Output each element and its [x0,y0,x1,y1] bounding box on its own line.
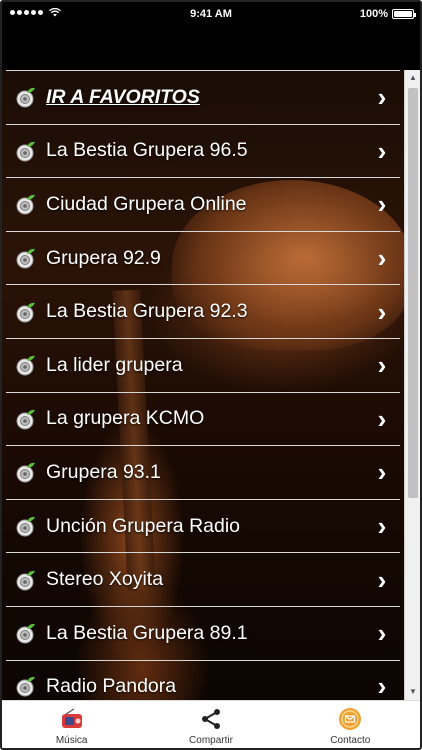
tab-bar: Música Compartir Contacto [2,700,420,748]
contact-icon [337,706,363,732]
station-row[interactable]: La Bestia Grupera 96.5 › [6,123,400,178]
chevron-right-icon: › [377,135,387,166]
chevron-right-icon: › [377,564,387,595]
radio-speaker-icon [14,247,36,269]
battery-tip [414,13,416,17]
station-name: La grupera KCMO [46,407,205,430]
station-row[interactable]: Grupera 93.1 › [6,445,400,499]
station-row[interactable]: Stereo Xoyita › [6,552,400,606]
radio-speaker-icon [14,140,36,162]
station-name: Grupera 93.1 [46,460,161,483]
station-name: Ciudad Grupera Online [46,192,247,215]
station-row[interactable]: La lider grupera › [6,337,400,392]
station-name: La Bestia Grupera 96.5 [46,139,248,162]
chevron-right-icon: › [377,189,387,220]
station-name: Radio Pandora [46,674,177,697]
radio-speaker-icon [14,569,36,591]
station-row[interactable]: La Bestia Grupera 92.3 › [6,284,400,338]
tab-compartir[interactable]: Compartir [141,701,280,748]
radio-icon [59,706,85,732]
station-list: IR A FAVORITOS › La Bestia Grupera 96.5 › Ci… [6,70,400,700]
chevron-right-icon: › [377,618,387,649]
chevron-right-icon: › [377,511,387,542]
chevron-right-icon: › [377,671,387,700]
status-time: 9:41 AM [190,8,232,20]
chevron-right-icon: › [377,350,387,381]
radio-speaker-icon [14,622,36,644]
radio-speaker-icon [14,461,36,483]
station-list-view: IR A FAVORITOS › La Bestia Grupera 96.5 › Ci… [2,70,420,700]
tab-label: Contacto [330,734,371,746]
station-name: La Bestia Grupera 89.1 [46,621,248,644]
station-row[interactable]: La Bestia Grupera 89.1 › [6,605,400,660]
radio-speaker-icon [14,675,36,697]
chevron-right-icon: › [377,403,387,434]
radio-speaker-icon [14,408,36,430]
tab-contacto[interactable]: Contacto [281,701,420,748]
radio-speaker-icon [14,86,36,108]
station-row[interactable]: Radio Pandora › [6,659,400,700]
scroll-down-arrow-icon[interactable]: ▼ [405,684,420,700]
battery-indicator: 100% [359,8,416,20]
tab-label: Compartir [189,734,233,746]
share-icon [198,706,224,732]
favorites-link: IR A FAVORITOS [46,85,200,108]
station-name: Unción Grupera Radio [46,514,241,537]
battery-fill [394,11,412,17]
radio-speaker-icon [14,354,36,376]
station-row[interactable]: Ciudad Grupera Online › [6,177,400,231]
battery-icon [392,9,416,19]
station-name: La lider grupera [46,353,183,376]
tab-label: Música [55,734,88,746]
scroll-up-arrow-icon[interactable]: ▲ [405,70,420,86]
chevron-right-icon: › [377,296,387,327]
station-row[interactable]: IR A FAVORITOS › [6,70,400,124]
tab-musica[interactable]: Música [2,701,141,748]
status-bar: 9:41 AM 100% [2,2,420,26]
radio-speaker-icon [14,193,36,215]
station-row[interactable]: La grupera KCMO › [6,391,400,446]
radio-speaker-icon [14,301,36,323]
header-bar [2,26,420,70]
station-name: Stereo Xoyita [46,568,164,591]
battery-percent: 100% [359,8,388,20]
radio-speaker-icon [14,515,36,537]
scroll-thumb[interactable] [408,88,418,498]
station-row[interactable]: Grupera 92.9 › [6,230,400,285]
phone-frame: 9:41 AM 100% IR A FAVORITOS › La Bestia Gr… [0,0,422,750]
chevron-right-icon: › [377,457,387,488]
chevron-right-icon: › [377,82,387,113]
station-row[interactable]: Unción Grupera Radio › [6,498,400,553]
scrollbar[interactable]: ▲ ▼ [404,70,420,700]
chevron-right-icon: › [377,243,387,274]
station-name: La Bestia Grupera 92.3 [46,300,248,323]
station-name: Grupera 92.9 [46,246,161,269]
